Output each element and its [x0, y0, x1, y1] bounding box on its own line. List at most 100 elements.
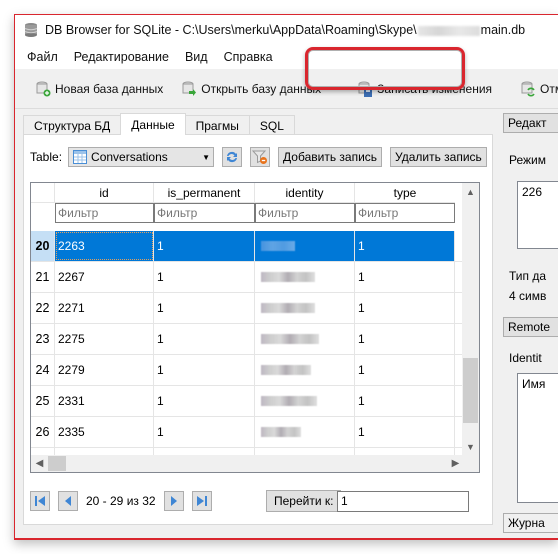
goto-button[interactable]: Перейти к: [266, 490, 342, 512]
scroll-up-icon[interactable]: ▲ [462, 183, 479, 200]
cell-identity[interactable] [255, 324, 355, 354]
table-select[interactable]: Conversations ▼ [68, 147, 215, 167]
cell-id[interactable]: 2263 [55, 231, 154, 261]
grid-header: id is_permanent identity type [31, 183, 479, 203]
filter-row: Фильтр Фильтр Фильтр Фильтр [31, 203, 479, 223]
scroll-left-icon[interactable]: ◀ [31, 455, 48, 472]
cell-id[interactable]: 2335 [55, 417, 154, 447]
table-row[interactable]: 26 2335 1 1 [31, 417, 479, 448]
row-number[interactable]: 23 [31, 324, 55, 354]
cell-id[interactable]: 2271 [55, 293, 154, 323]
table-row[interactable]: 24 2279 1 1 [31, 355, 479, 386]
scroll-down-icon[interactable]: ▼ [462, 438, 479, 455]
page-info: 20 - 29 из 32 [86, 494, 156, 508]
new-database-icon [36, 81, 51, 96]
cell-is-permanent[interactable]: 1 [154, 262, 255, 292]
remote-dock-tab[interactable]: Remote [503, 317, 558, 337]
edit-cell-dock-tab[interactable]: Редакт [503, 113, 558, 133]
table-row[interactable]: 20 2263 1 1 [31, 231, 479, 262]
tab-pragmas[interactable]: Прагмы [184, 115, 250, 135]
clear-filters-button[interactable] [250, 147, 271, 167]
column-header-identity[interactable]: identity [255, 183, 355, 203]
cell-is-permanent[interactable]: 1 [154, 293, 255, 323]
cell-identity[interactable] [255, 355, 355, 385]
filter-input-identity[interactable]: Фильтр [255, 203, 355, 223]
size-label: 4 симв [509, 289, 547, 303]
menu-file[interactable]: Файл [21, 50, 64, 64]
cell-is-permanent[interactable]: 1 [154, 231, 255, 261]
new-database-button[interactable]: Новая база данных [29, 76, 169, 102]
next-page-button[interactable] [163, 491, 184, 511]
horizontal-scroll-thumb[interactable] [48, 456, 66, 471]
menu-edit[interactable]: Редактирование [68, 50, 175, 64]
cell-identity[interactable] [255, 386, 355, 416]
cell-id[interactable]: 2279 [55, 355, 154, 385]
menu-help[interactable]: Справка [218, 50, 279, 64]
cell-type[interactable]: 1 [355, 355, 455, 385]
tab-sql[interactable]: SQL [248, 115, 295, 135]
filter-input-id[interactable]: Фильтр [55, 203, 154, 223]
cell-is-permanent[interactable]: 1 [154, 386, 255, 416]
cell-is-permanent[interactable]: 1 [154, 417, 255, 447]
first-page-button[interactable] [30, 491, 50, 511]
cell-editor[interactable]: 226 [517, 181, 558, 249]
table-row[interactable]: 21 2267 1 1 [31, 262, 479, 293]
column-header-type[interactable]: type [355, 183, 455, 203]
cell-id[interactable]: 2275 [55, 324, 154, 354]
log-dock-tab[interactable]: Журна [503, 513, 558, 533]
filter-input-is-permanent[interactable]: Фильтр [154, 203, 255, 223]
tab-browse-data[interactable]: Данные [120, 113, 186, 135]
scroll-right-icon[interactable]: ▶ [447, 455, 464, 472]
cell-type[interactable]: 1 [355, 262, 455, 292]
tab-db-structure[interactable]: Структура БД [23, 115, 122, 135]
cell-type[interactable]: 1 [355, 293, 455, 323]
cell-id[interactable]: 2331 [55, 386, 154, 416]
redacted-identity [261, 272, 315, 282]
cell-is-permanent[interactable]: 1 [154, 324, 255, 354]
add-record-button[interactable]: Добавить запись [278, 147, 383, 167]
cell-type[interactable]: 1 [355, 231, 455, 261]
column-header-id[interactable]: id [55, 183, 154, 203]
table-row[interactable]: 25 2331 1 1 [31, 386, 479, 417]
delete-record-button[interactable]: Удалить запись [390, 147, 487, 167]
table-icon [73, 150, 88, 164]
cell-is-permanent[interactable]: 1 [154, 355, 255, 385]
menu-bar: Файл Редактирование Вид Справка [15, 45, 558, 69]
menu-view[interactable]: Вид [179, 50, 214, 64]
row-number[interactable]: 24 [31, 355, 55, 385]
cell-identity[interactable] [255, 417, 355, 447]
cell-type[interactable]: 1 [355, 386, 455, 416]
cell-type[interactable]: 1 [355, 324, 455, 354]
vertical-scrollbar[interactable]: ▲ ▼ [462, 183, 479, 472]
row-number[interactable]: 21 [31, 262, 55, 292]
open-database-button[interactable]: Открыть базу данных [175, 76, 327, 102]
revert-changes-button[interactable]: Отменить [514, 76, 558, 102]
table-row[interactable]: 23 2275 1 1 [31, 324, 479, 355]
vertical-scroll-thumb[interactable] [463, 358, 478, 423]
table-row[interactable]: 22 2271 1 1 [31, 293, 479, 324]
cell-identity[interactable] [255, 293, 355, 323]
cell-type[interactable]: 1 [355, 417, 455, 447]
data-grid: id is_permanent identity type Фильтр Фил… [30, 182, 480, 473]
write-changes-button[interactable]: Записать изменения [351, 76, 498, 102]
table-label: Table: [30, 150, 63, 164]
row-number[interactable]: 22 [31, 293, 55, 323]
revert-changes-icon [521, 81, 535, 96]
cell-id[interactable]: 2267 [55, 262, 154, 292]
cell-identity[interactable] [255, 262, 355, 292]
previous-page-button[interactable] [58, 491, 78, 511]
row-number[interactable]: 25 [31, 386, 55, 416]
table-selector-bar: Table: Conversations ▼ Добавить запись У… [30, 145, 487, 169]
redacted-identity [261, 303, 315, 313]
horizontal-scrollbar[interactable]: ◀ ▶ [31, 455, 464, 472]
row-number[interactable]: 26 [31, 417, 55, 447]
remote-identity-list[interactable]: Имя [517, 373, 558, 503]
cell-identity[interactable] [255, 231, 355, 261]
filter-input-type[interactable]: Фильтр [355, 203, 455, 223]
last-page-button[interactable] [191, 491, 212, 511]
column-header-is-permanent[interactable]: is_permanent [154, 183, 255, 203]
refresh-icon [227, 151, 238, 163]
refresh-button[interactable] [222, 147, 243, 167]
goto-input[interactable]: 1 [337, 490, 469, 512]
row-number[interactable]: 20 [31, 231, 55, 261]
